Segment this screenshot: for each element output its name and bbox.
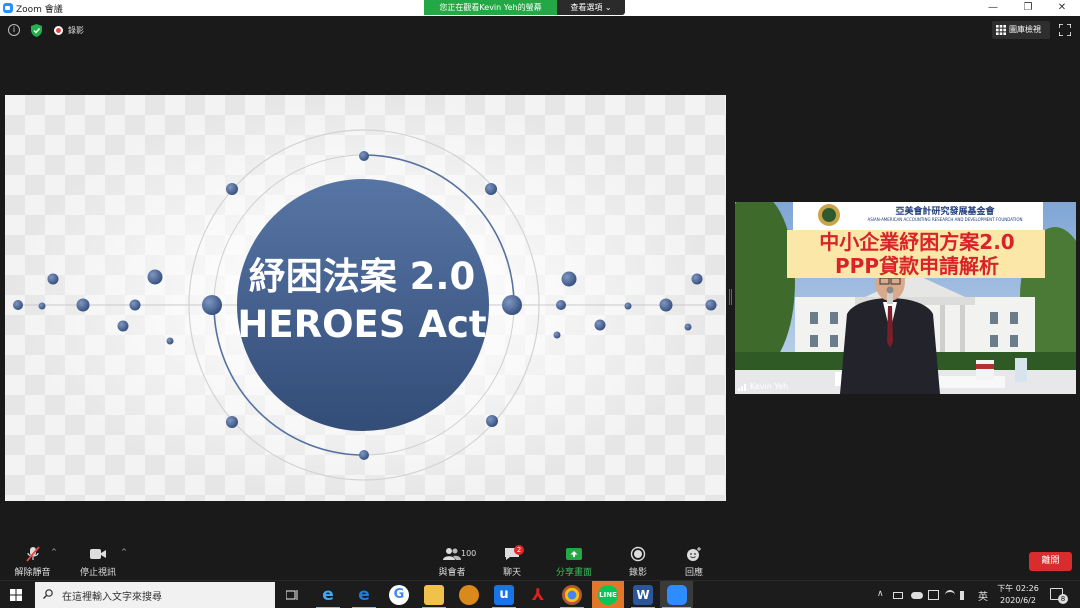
view-options-button[interactable]: 查看選項 ⌄ <box>557 0 625 15</box>
zoom-taskbar-icon[interactable] <box>667 585 687 605</box>
record-icon <box>630 546 646 562</box>
video-camera-icon <box>90 549 106 559</box>
media-app-icon[interactable] <box>459 585 479 605</box>
panel-splitter-handle[interactable] <box>729 289 732 305</box>
clock-date: 2020/6/2 <box>1000 596 1036 605</box>
search-icon <box>43 589 53 599</box>
banner-org-name: 亞美會計研究發展基金會 <box>895 207 995 217</box>
zoom-app-icon <box>3 3 13 13</box>
record-label: 錄影 <box>628 568 647 578</box>
volume-icon[interactable] <box>960 591 970 600</box>
audio-options-caret[interactable]: ^ <box>51 548 57 556</box>
gallery-view-button[interactable]: 圖庫檢視 <box>992 21 1050 39</box>
screen-app-icon[interactable] <box>928 590 939 600</box>
unmute-label: 解除靜音 <box>14 568 51 578</box>
speaker-name-label: Kevin Yeh <box>750 382 789 391</box>
ie-browser-icon[interactable]: e <box>318 585 338 605</box>
stop-video-label: 停止視訊 <box>79 568 116 578</box>
file-explorer-icon[interactable] <box>424 585 444 605</box>
stop-video-button[interactable]: 停止視訊 <box>78 546 118 578</box>
fullscreen-icon[interactable] <box>1059 24 1071 36</box>
wifi-icon[interactable] <box>945 590 955 600</box>
windows-start-icon[interactable] <box>10 589 22 601</box>
participants-count: 100 <box>461 549 477 558</box>
zoom-window: Zoom 會議 — ❐ ✕ 您正在觀看Kevin Yeh的螢幕 查看選項 ⌄ i… <box>0 0 1080 608</box>
grid-icon <box>996 25 1006 35</box>
onedrive-icon[interactable] <box>911 592 923 599</box>
chat-label: 聊天 <box>502 568 521 578</box>
share-screen-icon <box>566 548 582 560</box>
share-screen-label: 分享畫面 <box>555 568 592 578</box>
ime-indicator[interactable]: 英 <box>978 588 988 603</box>
edge-browser-icon[interactable]: e <box>354 585 374 605</box>
minimize-button[interactable]: — <box>976 0 1010 16</box>
window-title: Zoom 會議 <box>16 5 63 15</box>
slide-title: 紓困法案 2.0 HEROES Act <box>212 253 512 349</box>
leave-meeting-button[interactable]: 離開 <box>1029 552 1072 571</box>
share-screen-button[interactable]: 分享畫面 <box>552 546 596 578</box>
banner-line1: 中小企業紓困方案2.0 <box>819 230 1015 254</box>
clock-time: 下午 02:26 <box>997 584 1039 593</box>
gallery-view-label: 圖庫檢視 <box>1009 25 1041 34</box>
acrobat-icon[interactable]: ⅄ <box>528 585 548 605</box>
slide-title-line2: HEROES Act <box>237 303 487 346</box>
record-button[interactable]: 錄影 <box>623 546 653 578</box>
line-app-icon[interactable]: LINE <box>598 585 618 605</box>
speaker-video[interactable]: 亞美會計研究發展基金會 ASIAN-AMERICAN ACCOUNTING RE… <box>735 202 1076 394</box>
meeting-info-icon[interactable]: i <box>8 24 20 36</box>
taskbar-search-box[interactable]: 在這裡輸入文字來搜尋 <box>35 582 275 608</box>
google-app-icon[interactable]: G <box>389 585 409 605</box>
muted-mic-icon <box>25 546 40 562</box>
banner-line2: PPP貸款申請解析 <box>835 254 999 278</box>
search-placeholder: 在這裡輸入文字來搜尋 <box>62 592 162 603</box>
reaction-emoji-icon <box>687 547 701 561</box>
task-view-icon[interactable] <box>286 589 299 601</box>
windows-taskbar: 在這裡輸入文字來搜尋 e e G u ⅄ LINE W ∧ 英 下午 02:26… <box>0 580 1080 608</box>
signal-strength-icon <box>738 384 746 391</box>
close-button[interactable]: ✕ <box>1045 0 1079 16</box>
chrome-icon[interactable] <box>562 585 582 605</box>
u-app-icon[interactable]: u <box>494 585 514 605</box>
reactions-label: 回應 <box>684 568 703 578</box>
chat-unread-badge: 2 <box>514 545 524 555</box>
restore-button[interactable]: ❐ <box>1011 0 1045 16</box>
video-options-caret[interactable]: ^ <box>121 548 127 556</box>
recording-status-label: 錄影 <box>68 26 84 35</box>
banner-org-name-en: ASIAN-AMERICAN ACCOUNTING RESEARCH AND D… <box>867 217 1023 222</box>
tray-expand-arrow[interactable]: ∧ <box>877 589 884 599</box>
reactions-button[interactable]: 回應 <box>679 546 709 578</box>
unmute-button[interactable]: 解除靜音 <box>10 546 55 578</box>
viewing-screen-banner: 您正在觀看Kevin Yeh的螢幕 <box>424 0 557 15</box>
encryption-shield-icon[interactable] <box>31 24 42 37</box>
slide-title-line1: 紓困法案 2.0 <box>248 255 476 298</box>
shared-screen-slide: 紓困法案 2.0 HEROES Act <box>5 95 726 501</box>
word-icon[interactable]: W <box>633 585 653 605</box>
taskbar-clock[interactable]: 下午 02:26 2020/6/2 <box>995 583 1041 607</box>
notification-count-badge: 8 <box>1058 594 1068 604</box>
participants-icon <box>443 548 461 560</box>
recording-dot-icon <box>54 26 63 35</box>
battery-icon[interactable] <box>893 592 903 599</box>
participants-label: 與會者 <box>438 568 466 578</box>
